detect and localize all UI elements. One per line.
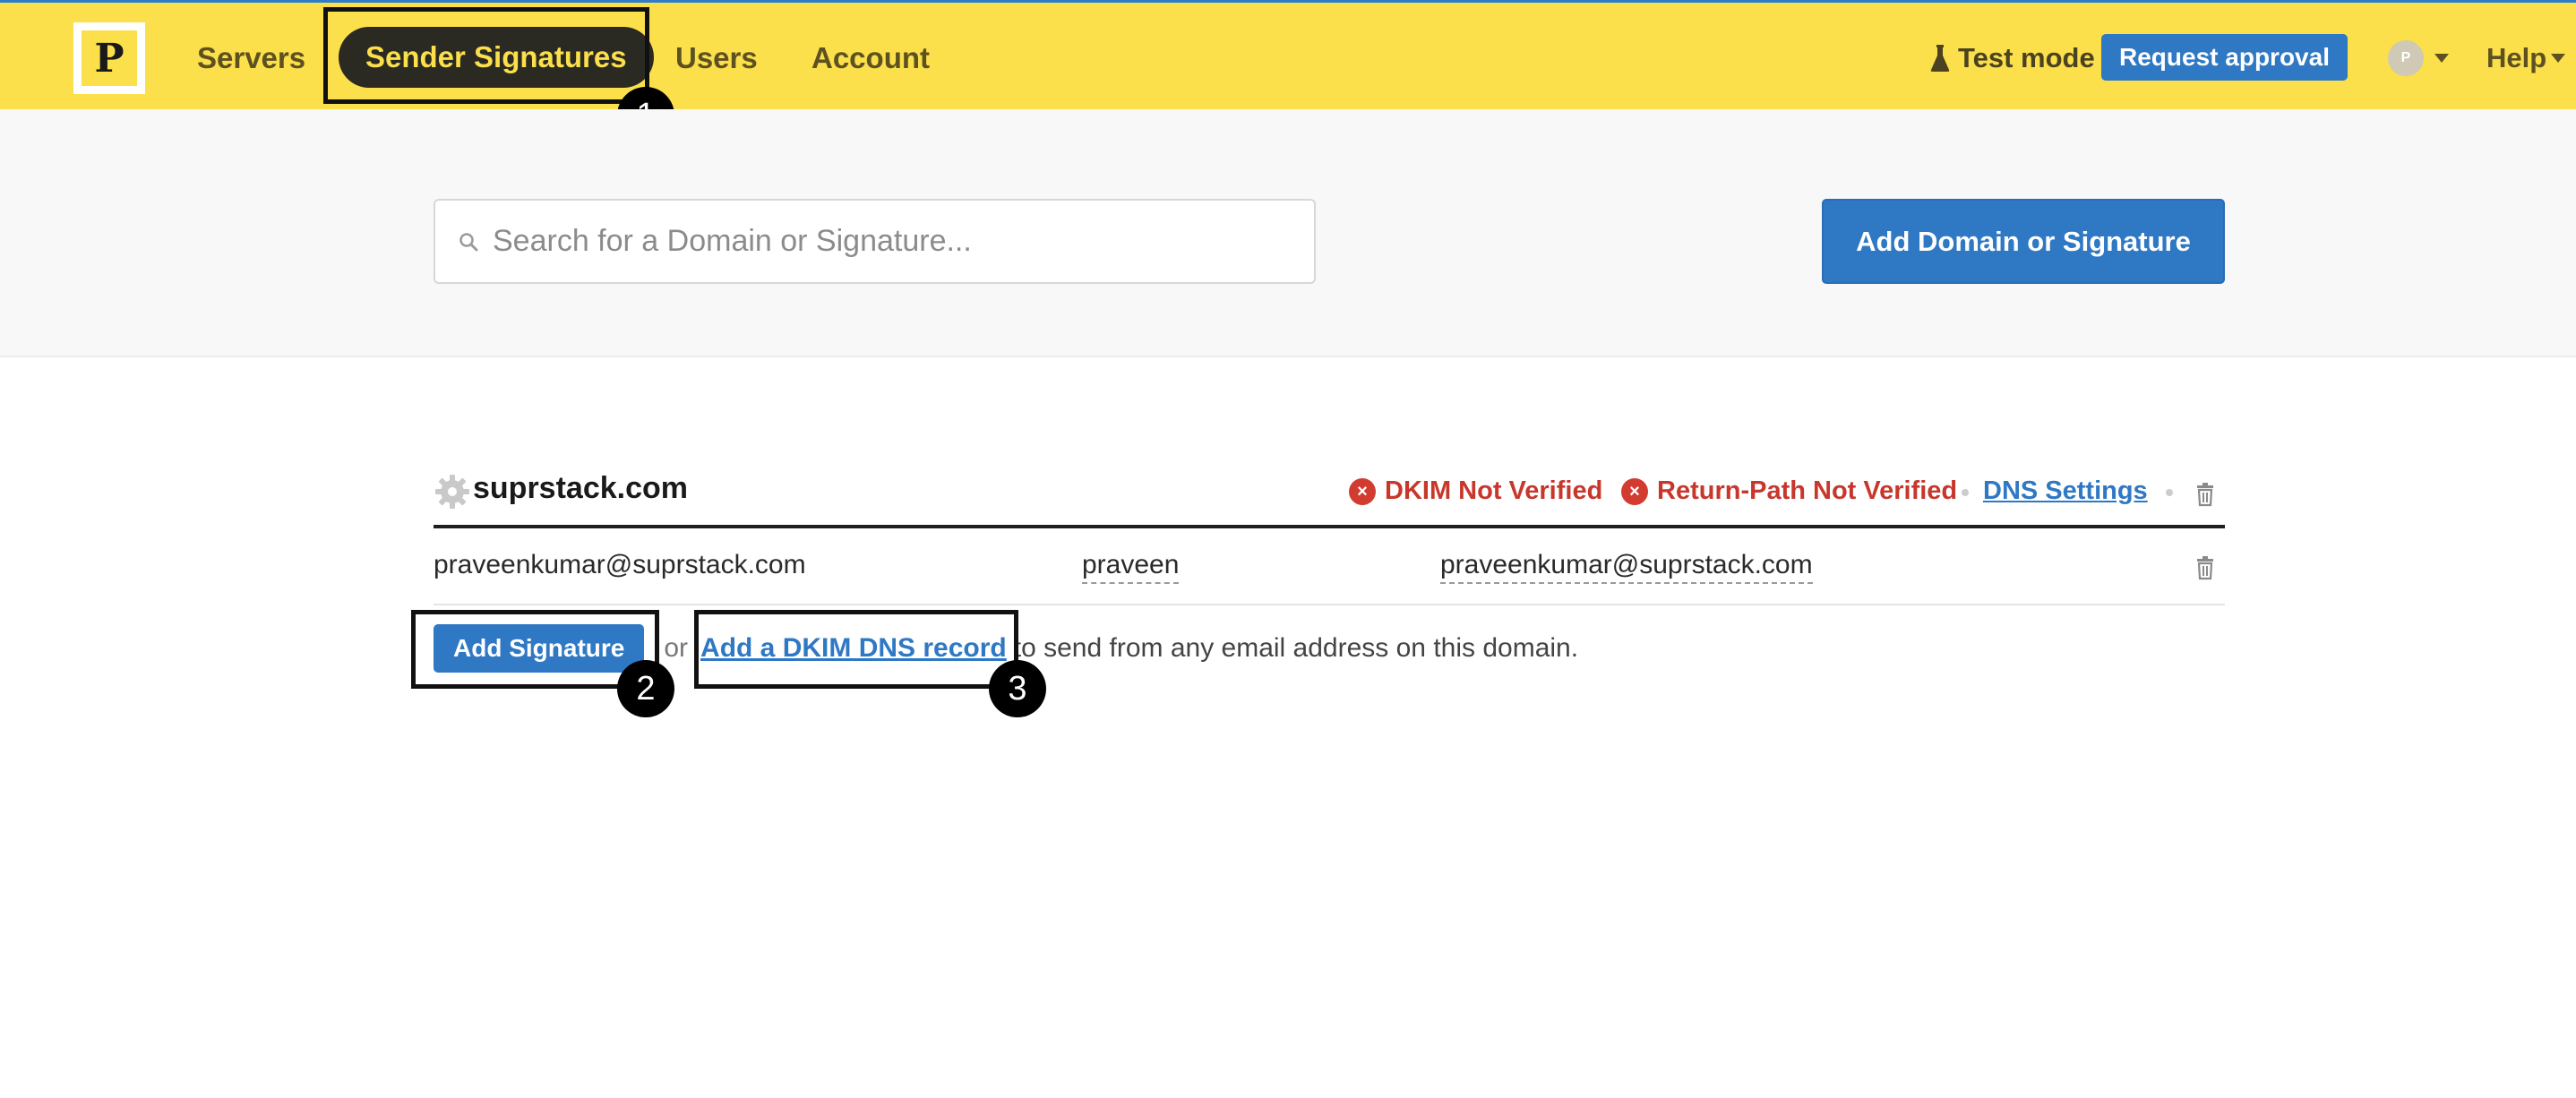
search-box[interactable] [434,199,1316,284]
nav-servers[interactable]: Servers [197,33,305,83]
request-approval-button[interactable]: Request approval [2101,34,2348,81]
signature-reply-to[interactable]: praveenkumar@suprstack.com [1440,550,1813,584]
add-signature-button[interactable]: Add Signature [434,624,645,673]
annotation-number-3: 3 [989,660,1046,717]
test-mode-label: Test mode [1958,42,2095,73]
top-navigation: P Servers Sender Signatures Users Accoun… [0,0,2576,109]
dkim-help-text: to send from any email address on this d… [1013,633,1579,663]
search-icon [459,233,478,252]
dkim-status-label: DKIM Not Verified [1385,476,1603,505]
add-dkim-dns-record-link[interactable]: Add a DKIM DNS record [700,633,1007,664]
gear-icon [435,475,469,509]
domain-header: suprstack.com × DKIM Not Verified × Retu… [434,464,2225,528]
error-icon: × [1349,477,1376,505]
logo-letter: P [82,30,137,86]
search-input[interactable] [493,201,1299,282]
trash-icon[interactable] [2194,482,2216,507]
signature-name[interactable]: praveen [1082,550,1180,584]
error-icon: × [1621,477,1648,505]
chevron-down-icon[interactable] [2551,54,2565,63]
nav-account[interactable]: Account [811,33,930,83]
dkim-status[interactable]: × DKIM Not Verified [1349,476,1602,506]
help-menu[interactable]: Help [2486,33,2546,83]
separator-dot [1962,489,1969,496]
signature-row[interactable]: praveenkumar@suprstack.com praveen prave… [434,534,2225,605]
postmark-logo[interactable]: P [73,22,145,94]
nav-users[interactable]: Users [675,33,758,83]
flask-icon [1930,45,1950,72]
search-band: Add Domain or Signature [0,109,2576,357]
trash-icon[interactable] [2194,555,2216,580]
add-domain-or-signature-button[interactable]: Add Domain or Signature [1822,199,2225,284]
separator-dot [2166,489,2173,496]
test-mode-indicator[interactable]: Test mode [1929,33,2095,83]
or-text: or [664,633,689,663]
return-path-status-label: Return-Path Not Verified [1657,476,1958,505]
domain-name[interactable]: suprstack.com [473,471,688,506]
nav-sender-signatures[interactable]: Sender Signatures [339,27,654,88]
annotation-number-2: 2 [617,660,674,717]
return-path-status[interactable]: × Return-Path Not Verified [1621,476,1957,506]
signature-email: praveenkumar@suprstack.com [434,550,806,579]
chevron-down-icon[interactable] [2434,54,2449,63]
user-avatar[interactable]: P [2388,40,2424,76]
dns-settings-link[interactable]: DNS Settings [1983,476,2148,506]
